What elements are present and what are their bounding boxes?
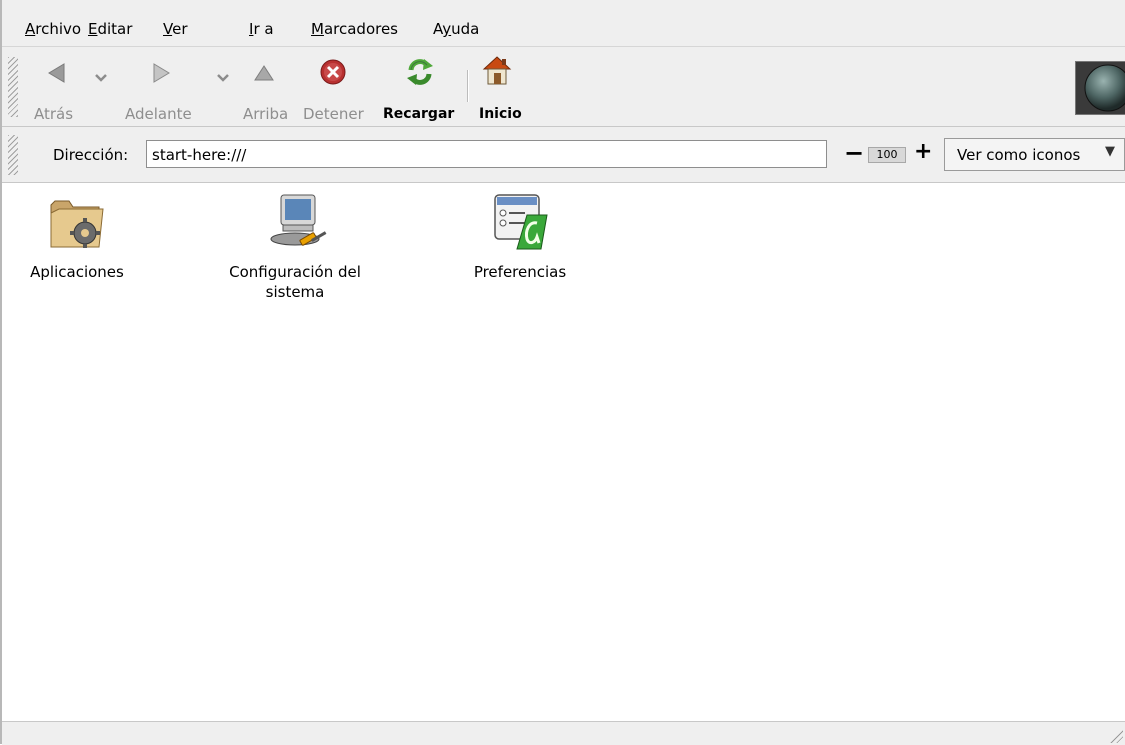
- menu-marcadores[interactable]: Marcadores: [311, 20, 398, 38]
- menu-label: er: [172, 20, 188, 38]
- back-arrow-icon: [48, 63, 65, 83]
- toolbar-grip[interactable]: [8, 57, 18, 117]
- menu-bar: Archivo Editar Ver Ir a Marcadores Ayuda: [2, 0, 1125, 47]
- view-mode-label: Ver como iconos: [957, 146, 1081, 164]
- zoom-out-button[interactable]: −: [844, 141, 864, 165]
- location-bar-grip[interactable]: [8, 135, 18, 175]
- back-history-chevron-down-icon[interactable]: [93, 73, 109, 83]
- reload-icon: [407, 59, 433, 85]
- preferences-icon: [494, 194, 548, 250]
- up-label: Arriba: [243, 105, 289, 123]
- forward-button[interactable]: Adelante: [117, 47, 207, 126]
- file-label: Preferencias: [473, 263, 567, 281]
- file-item-configuracion-del-sistema[interactable]: Configuración del sistema: [220, 183, 370, 313]
- menu-mnemonic: M: [311, 20, 324, 38]
- menu-ver[interactable]: Ver: [163, 20, 188, 38]
- home-icon: [482, 56, 512, 85]
- location-bar: Dirección: start-here:/// − 100 + Ver co…: [2, 127, 1125, 183]
- throbber-orb-icon: [1084, 64, 1125, 112]
- folder-gear-icon: [50, 200, 104, 248]
- resize-grip-icon[interactable]: [1109, 729, 1123, 743]
- up-arrow-icon: [254, 65, 274, 81]
- zoom-in-button[interactable]: +: [914, 140, 932, 164]
- up-button[interactable]: Arriba: [236, 47, 296, 126]
- home-button[interactable]: Inicio: [474, 47, 530, 126]
- menu-label: ditar: [97, 20, 133, 38]
- forward-history-chevron-down-icon[interactable]: [215, 73, 231, 83]
- back-label: Atrás: [34, 105, 74, 123]
- menu-mnemonic: V: [163, 20, 173, 38]
- location-label: Dirección:: [53, 146, 129, 164]
- toolbar: Atrás Adelante Arriba Detener Recargar I…: [2, 47, 1125, 127]
- menu-mnemonic: y: [442, 20, 452, 38]
- stop-label: Detener: [303, 105, 364, 123]
- toolbar-separator: [467, 70, 469, 102]
- status-bar: [2, 721, 1125, 745]
- file-view[interactable]: Aplicaciones Configuración del sistema P…: [2, 183, 1125, 721]
- menu-mnemonic: A: [25, 20, 36, 38]
- reload-button[interactable]: Recargar: [379, 47, 461, 126]
- forward-arrow-icon: [153, 63, 170, 83]
- file-item-aplicaciones[interactable]: Aplicaciones: [2, 183, 152, 293]
- file-manager-window: Archivo Editar Ver Ir a Marcadores Ayuda…: [0, 0, 1125, 745]
- menu-label: A: [433, 20, 443, 38]
- forward-label: Adelante: [125, 105, 192, 123]
- file-item-preferencias[interactable]: Preferencias: [445, 183, 595, 293]
- select-arrow-icon: ▼: [1105, 144, 1115, 159]
- menu-label: arcadores: [323, 20, 399, 38]
- menu-label: r a: [253, 20, 274, 38]
- menu-archivo[interactable]: Archivo: [25, 20, 81, 38]
- menu-label: rchivo: [35, 20, 82, 38]
- system-settings-icon: [270, 194, 327, 246]
- file-label: Configuración del sistema: [229, 263, 361, 301]
- stop-icon: [320, 59, 346, 85]
- stop-button[interactable]: Detener: [301, 47, 373, 126]
- view-mode-select[interactable]: Ver como iconos ▼: [944, 138, 1125, 171]
- home-label: Inicio: [479, 106, 522, 122]
- activity-throbber: [1075, 61, 1125, 115]
- zoom-level[interactable]: 100: [868, 147, 906, 163]
- menu-ayuda[interactable]: Ayuda: [433, 20, 479, 38]
- back-button[interactable]: Atrás: [20, 47, 80, 126]
- menu-ir-a[interactable]: Ir a: [249, 20, 274, 38]
- location-input[interactable]: start-here:///: [146, 140, 827, 168]
- menu-label: uda: [451, 20, 480, 38]
- menu-editar[interactable]: Editar: [88, 20, 132, 38]
- reload-label: Recargar: [383, 106, 455, 122]
- file-label: Aplicaciones: [30, 263, 124, 281]
